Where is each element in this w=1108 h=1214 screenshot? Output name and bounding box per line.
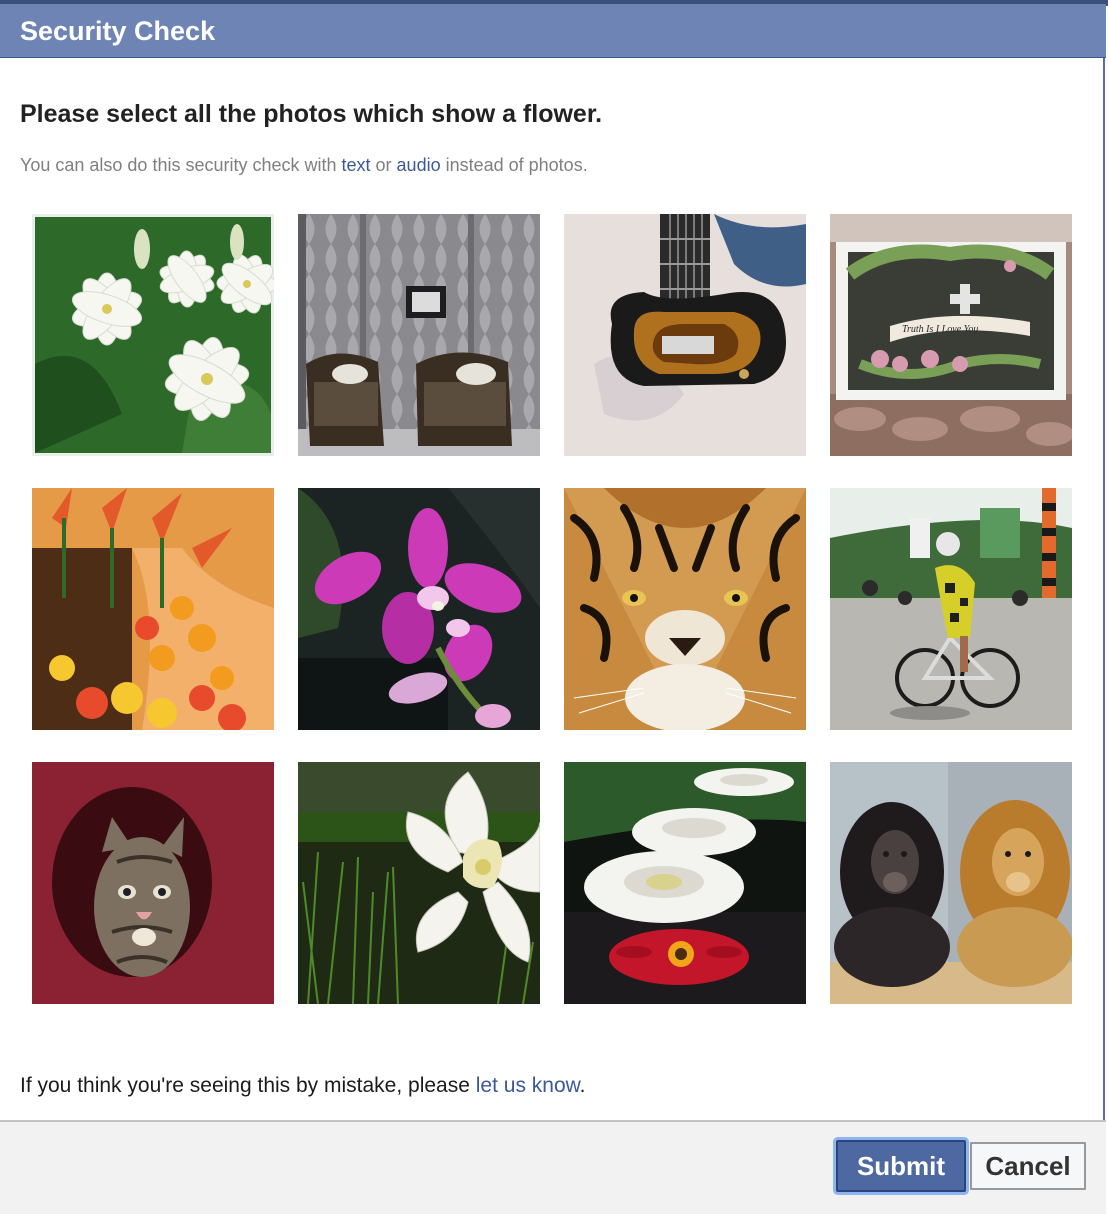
instruction-heading: Please select all the photos which show … — [20, 100, 603, 128]
photo-orange-flowers[interactable] — [32, 488, 274, 730]
alt-prefix: You can also do this security check with — [20, 155, 342, 175]
mistake-note: If you think you're seeing this by mista… — [20, 1074, 586, 1098]
photo-kitten[interactable] — [32, 762, 274, 1004]
alternative-check-text: You can also do this security check with… — [20, 155, 588, 176]
dialog-titlebar: Security Check — [0, 4, 1106, 58]
dialog-title: Security Check — [20, 16, 216, 46]
cancel-button[interactable]: Cancel — [970, 1142, 1086, 1190]
photo-white-jasmine-flowers[interactable] — [32, 214, 274, 456]
text-check-link[interactable]: text — [342, 155, 371, 175]
photo-pink-orchid[interactable] — [298, 488, 540, 730]
photo-tiger-face[interactable] — [564, 488, 806, 730]
alt-or: or — [370, 155, 397, 175]
photo-cyclist[interactable] — [830, 488, 1072, 730]
photo-stacked-daisies[interactable] — [564, 762, 806, 1004]
photo-electric-guitar[interactable] — [564, 214, 806, 456]
note-suffix: . — [579, 1074, 586, 1097]
let-us-know-link[interactable]: let us know — [476, 1074, 580, 1097]
photo-white-daffodil[interactable] — [298, 762, 540, 1004]
alt-suffix: instead of photos. — [440, 155, 588, 175]
photo-armchairs-and-mirror[interactable] — [298, 214, 540, 456]
sign-text: Truth Is I Love You — [902, 324, 978, 335]
note-prefix: If you think you're seeing this by mista… — [20, 1074, 476, 1097]
photo-two-lions[interactable] — [830, 762, 1072, 1004]
submit-button[interactable]: Submit — [836, 1140, 966, 1192]
photo-framed-wreath-sign[interactable]: Truth Is I Love You — [830, 214, 1072, 456]
audio-check-link[interactable]: audio — [397, 155, 441, 175]
